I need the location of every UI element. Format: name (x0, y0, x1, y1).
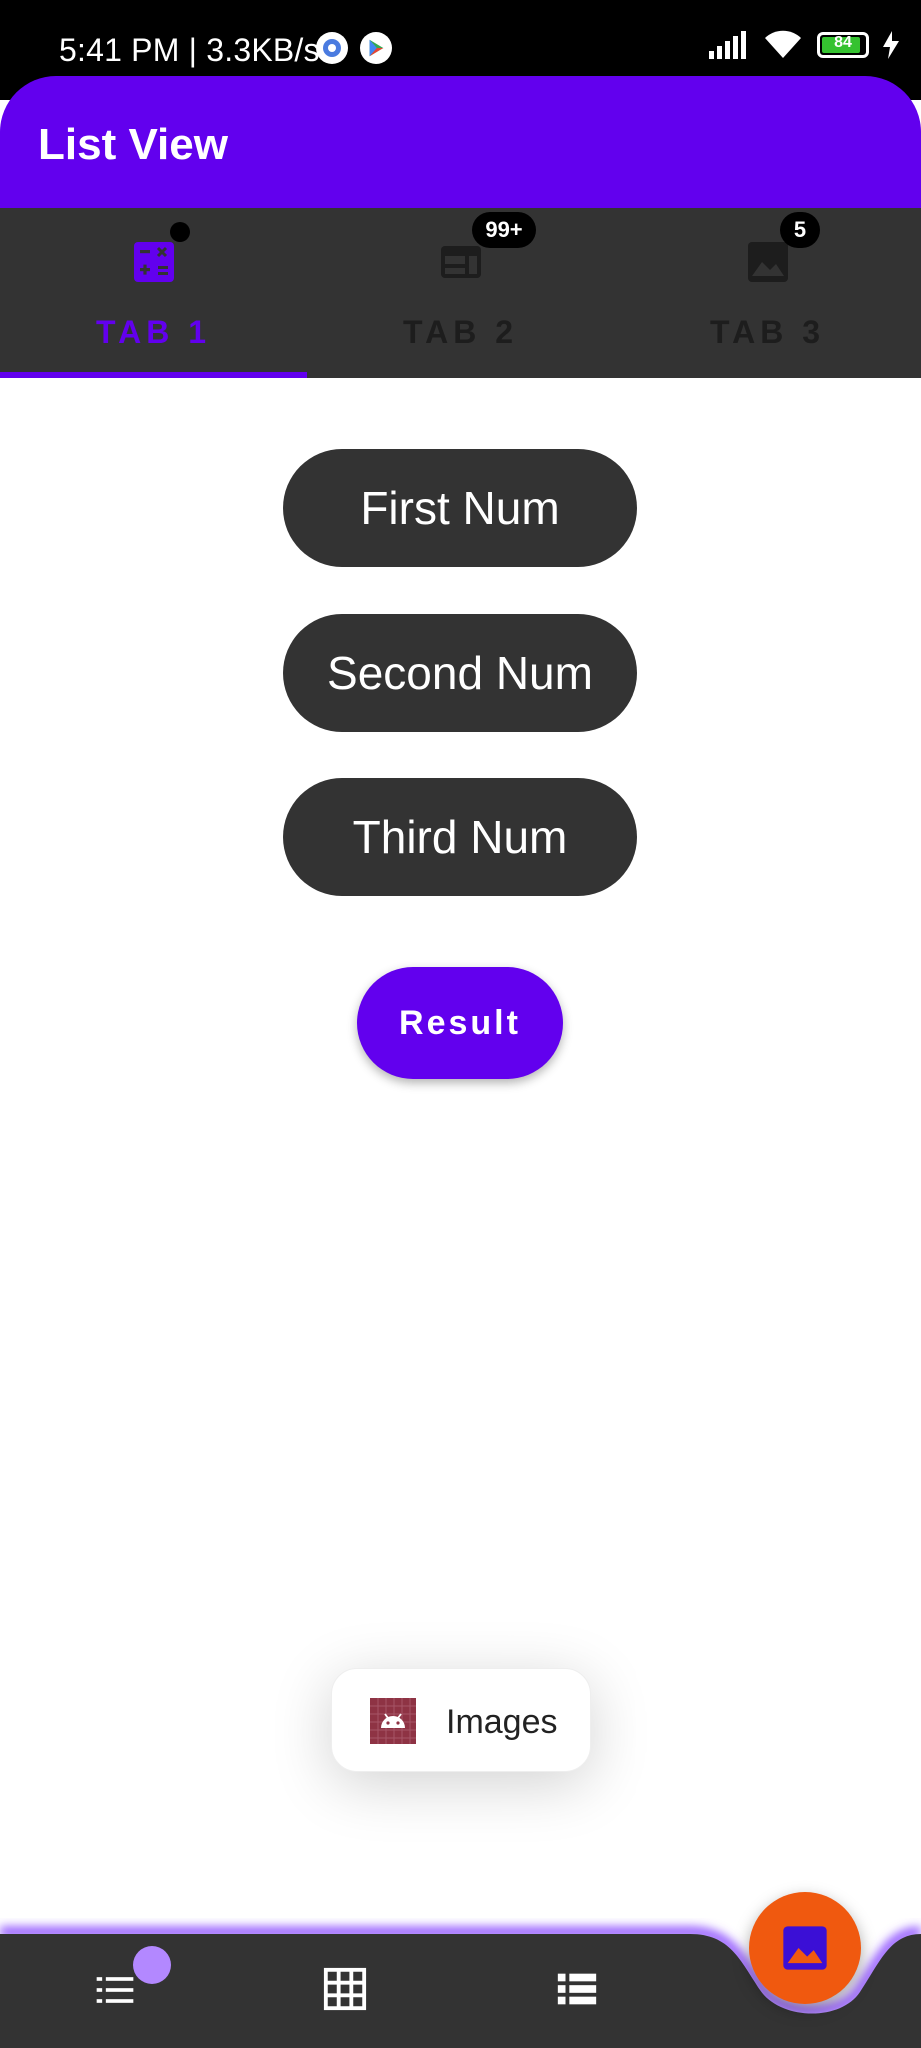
nav-view-list-button[interactable] (554, 1966, 604, 2016)
tab-bar: TAB 1 99+ TAB 2 5 TAB 3 (0, 208, 921, 378)
first-num-button[interactable]: First Num (283, 449, 637, 567)
tab-3-count-badge: 5 (780, 212, 820, 248)
page-title: List View (38, 120, 228, 169)
list-icon (96, 1977, 134, 2003)
web-icon (440, 246, 481, 278)
settings-notification-icon (316, 32, 348, 64)
play-store-icon (360, 32, 392, 64)
toast-label: Images (446, 1703, 558, 1741)
image-icon (747, 242, 788, 282)
second-num-button[interactable]: Second Num (283, 614, 637, 732)
tab-1-label: TAB 1 (95, 314, 212, 350)
status-time: 5:41 PM | 3.3KB/s (59, 32, 320, 68)
result-button[interactable]: Result (357, 967, 563, 1079)
charging-icon (883, 31, 899, 59)
tab-1[interactable]: TAB 1 (0, 208, 307, 378)
tab-2-label: TAB 2 (402, 314, 519, 350)
tab-2[interactable]: 99+ TAB 2 (307, 208, 614, 378)
grid-icon (323, 1967, 367, 2011)
nav-grid-button[interactable] (322, 1966, 372, 2016)
status-notification-icons (316, 32, 392, 64)
tab-indicator (0, 372, 307, 378)
status-system-icons: 84 (709, 30, 899, 60)
tab-1-dot-badge (170, 222, 190, 242)
wifi-icon (765, 30, 801, 58)
nav-list-badge (133, 1946, 171, 1984)
tab-3[interactable]: 5 TAB 3 (614, 208, 921, 378)
view-list-icon (557, 1973, 597, 2005)
calculator-icon (133, 242, 174, 282)
tab-2-count-badge: 99+ (472, 212, 536, 248)
battery-level: 84 (834, 34, 852, 51)
third-num-button[interactable]: Third Num (283, 778, 637, 896)
android-icon (370, 1698, 416, 1744)
battery-icon: 84 (817, 32, 869, 58)
image-icon (783, 1926, 827, 1970)
toast-message: Images (331, 1668, 591, 1772)
signal-icon (709, 31, 746, 59)
app-bar: List View (0, 76, 921, 208)
tab-3-label: TAB 3 (709, 314, 826, 350)
fab-images-button[interactable] (749, 1892, 861, 2004)
